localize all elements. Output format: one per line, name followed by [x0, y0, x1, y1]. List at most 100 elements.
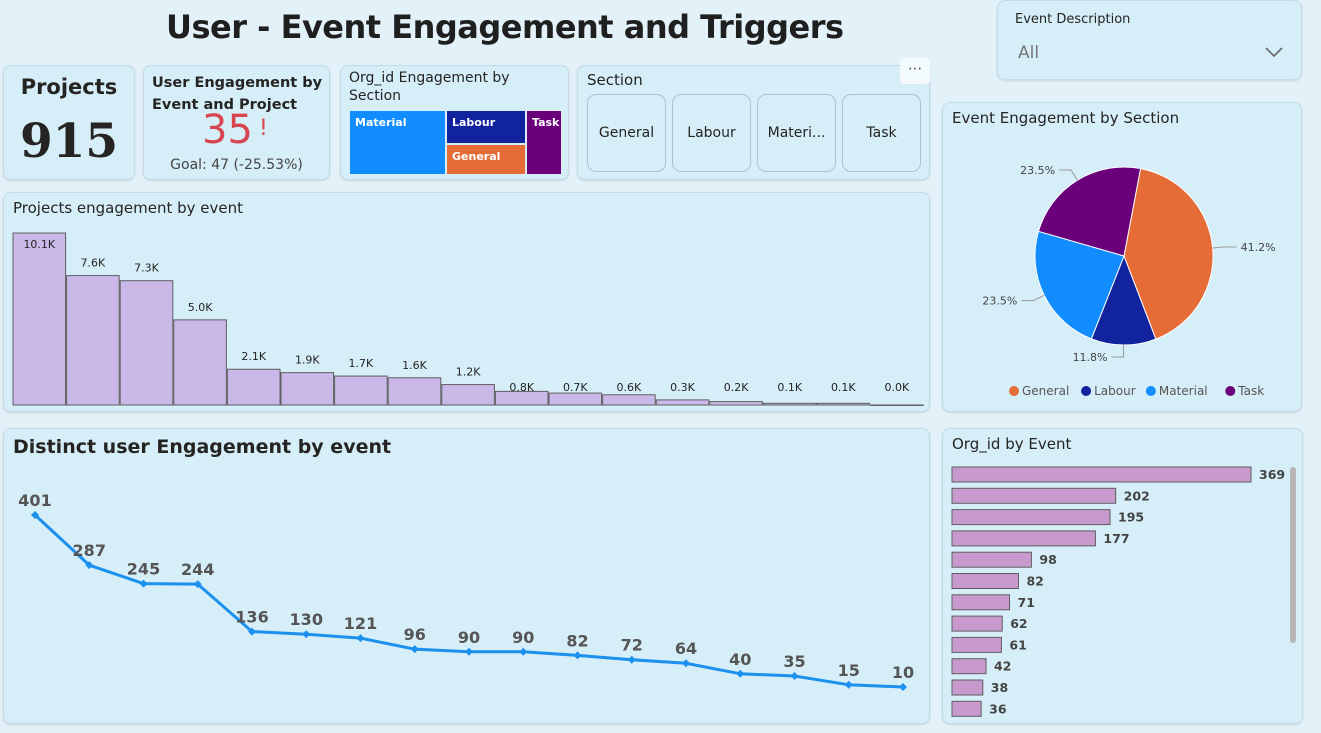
projects-value: 915 — [19, 114, 119, 169]
org-by-event-card[interactable]: Org_id by Event 369 202 195 177 98 82 71 62 61 42… — [942, 428, 1303, 724]
bar-label: 1.9K — [295, 354, 320, 367]
data-label: 72 — [621, 636, 643, 655]
projects-card[interactable]: Projects 915 — [3, 65, 135, 180]
section-chip-task[interactable]: Task — [842, 94, 921, 172]
bar-label: 2.1K — [241, 350, 266, 363]
kpi-alert-icon: ! — [259, 116, 268, 141]
data-label: 287 — [73, 541, 106, 560]
bar — [441, 384, 495, 406]
hbar — [951, 487, 1117, 504]
kpi-value: 35 — [202, 107, 253, 153]
section-slicer-title: Section — [587, 71, 643, 89]
bar-label: 1.7K — [349, 357, 374, 370]
hbar — [951, 509, 1111, 526]
hbar — [951, 636, 1002, 653]
bar — [334, 375, 388, 406]
data-point — [410, 645, 419, 654]
hbar — [951, 700, 982, 717]
distinct-users-chart: 401 287 245 244 136 130 121 96 90 90 82 72 64 40 35 15 1… — [18, 491, 914, 691]
bar — [12, 232, 67, 406]
pie-label: 23.5% — [982, 295, 1017, 308]
bar-label: 10.1K — [23, 238, 55, 251]
treemap-title: Org_id Engagement by Section — [349, 70, 510, 104]
hbar-label: 82 — [1026, 574, 1043, 589]
chevron-down-icon[interactable] — [1264, 45, 1284, 59]
bar — [387, 377, 442, 406]
pie-leader — [1021, 294, 1045, 302]
treemap-tile-labour[interactable]: Labour — [447, 111, 525, 143]
bar — [280, 372, 335, 406]
hbar-label: 36 — [989, 701, 1007, 716]
data-label: 401 — [18, 491, 51, 510]
section-pie-card[interactable]: Event Engagement by Section 41.2% 11.8% 23… — [942, 102, 1302, 412]
pie-leader — [1059, 169, 1078, 181]
data-label: 121 — [344, 614, 377, 633]
treemap-tile-material[interactable]: Material — [350, 111, 445, 174]
data-point — [790, 672, 799, 681]
pie-label: 41.2% — [1241, 241, 1276, 254]
bar-label: 0.1K — [777, 381, 802, 394]
section-chip-labour[interactable]: Labour — [672, 94, 751, 172]
bar — [816, 402, 871, 406]
data-point — [465, 647, 473, 656]
more-options-button[interactable]: ··· — [900, 58, 930, 84]
bar-label: 0.7K — [563, 381, 588, 394]
legend-label: General — [1022, 384, 1069, 398]
hbar-label: 71 — [1018, 595, 1035, 610]
data-label: 96 — [404, 625, 426, 644]
data-label: 64 — [675, 639, 697, 658]
bar-label: 0.1K — [831, 381, 856, 394]
bar-label: 7.6K — [81, 257, 106, 270]
event-description-dropdown[interactable]: Event Description All — [997, 0, 1302, 80]
bar — [709, 401, 763, 406]
scrollbar[interactable] — [1290, 467, 1296, 643]
treemap-tile-general[interactable]: General — [447, 145, 525, 174]
hbar — [951, 594, 1011, 611]
legend-label: Task — [1237, 384, 1264, 398]
data-point — [844, 680, 853, 689]
series-line — [33, 513, 904, 689]
bar — [655, 399, 710, 406]
hbar — [951, 551, 1032, 568]
projects-by-event-card[interactable]: Projects engagement by event 10.1K 7.6K 7.… — [3, 192, 930, 412]
data-point — [519, 647, 528, 656]
section-pie-chart: 41.2% 11.8% 23.5% 23.5% General Labour Materia… — [982, 164, 1276, 398]
bar — [119, 280, 174, 406]
legend-marker — [1081, 386, 1092, 396]
bar-label: 0.3K — [670, 381, 695, 394]
org-by-event-chart: 369 202 195 177 98 82 71 62 61 42 38 36 — [951, 466, 1285, 717]
event-description-label: Event Description — [1015, 12, 1131, 27]
distinct-users-card[interactable]: Distinct user Engagement by event 401 287… — [3, 428, 930, 724]
bar-label: 0.6K — [617, 381, 642, 394]
data-label: 40 — [729, 650, 751, 669]
bar — [762, 402, 817, 406]
bar-label: 1.2K — [456, 366, 481, 379]
section-chip-general[interactable]: General — [587, 94, 666, 172]
treemap-tile-task[interactable]: Task — [527, 111, 561, 174]
kpi-card[interactable]: User Engagement by Event and Project 35 … — [143, 65, 330, 180]
section-chip-material[interactable]: Materi... — [757, 94, 836, 172]
hbar-label: 42 — [994, 659, 1011, 674]
bar-label: 1.6K — [402, 359, 427, 372]
bar — [173, 319, 227, 406]
pie-leader — [1111, 344, 1125, 358]
pie-label: 11.8% — [1073, 351, 1108, 364]
treemap-card[interactable]: Org_id Engagement by Section Material La… — [340, 65, 569, 180]
data-point — [736, 669, 745, 678]
hbar — [951, 466, 1252, 483]
hbar-label: 195 — [1118, 510, 1144, 525]
hbar-label: 61 — [1009, 637, 1026, 652]
data-point — [899, 683, 907, 691]
data-label: 90 — [458, 628, 480, 647]
bar-label: 0.2K — [724, 381, 749, 394]
data-label: 15 — [838, 661, 860, 680]
bar — [602, 394, 656, 406]
legend-marker — [1225, 386, 1236, 396]
section-slicer[interactable]: Section ··· General Labour Materi... Tas… — [577, 58, 930, 180]
bar — [870, 404, 924, 406]
bar — [66, 275, 120, 406]
data-label: 245 — [127, 560, 160, 579]
bar-label: 5.0K — [188, 301, 213, 314]
data-label: 82 — [566, 631, 588, 650]
kpi-goal: Goal: 47 (-25.53%) — [170, 157, 303, 173]
